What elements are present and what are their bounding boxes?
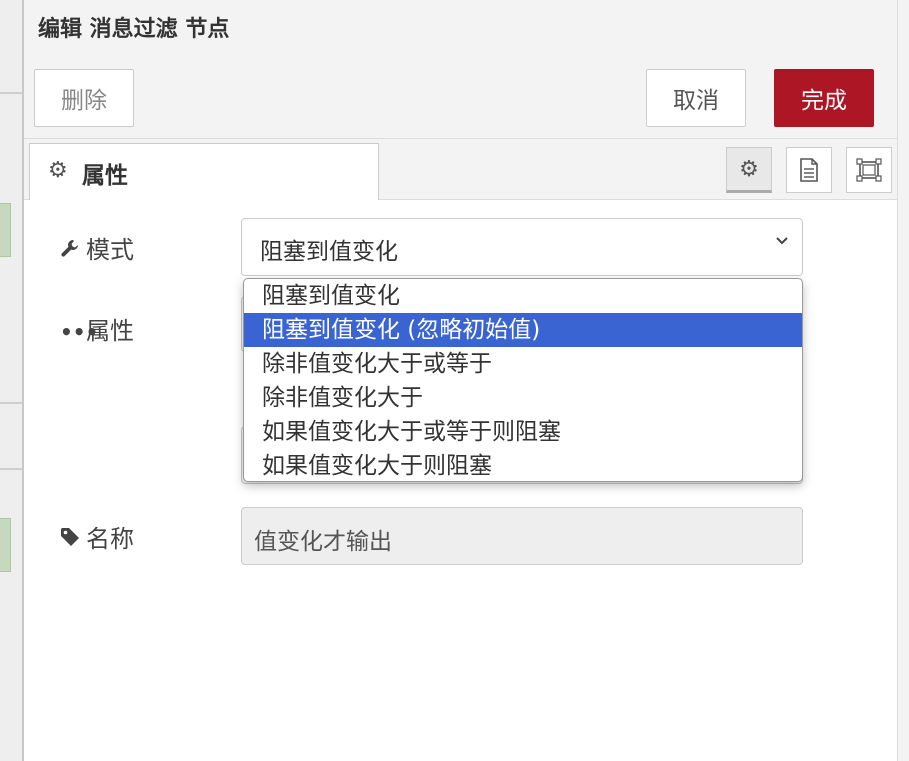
- name-input-value: 值变化才输出: [254, 529, 392, 555]
- mode-option[interactable]: 如果值变化大于或等于则阻塞: [244, 415, 802, 449]
- done-button[interactable]: 完成: [774, 69, 874, 127]
- workspace-node[interactable]: [0, 518, 11, 572]
- property-label: •••属性: [60, 311, 134, 346]
- node-properties-button[interactable]: ⚙: [726, 147, 772, 193]
- tab-bar: ⚙ 属性 ⚙: [24, 139, 897, 200]
- workspace-node[interactable]: [0, 203, 11, 257]
- mode-label-text: 模式: [86, 236, 134, 264]
- workspace-wire: [0, 468, 22, 470]
- node-description-button[interactable]: [786, 147, 832, 193]
- document-icon: [800, 158, 818, 182]
- delete-button[interactable]: 删除: [34, 69, 134, 127]
- mode-select[interactable]: 阻塞到值变化: [241, 218, 803, 276]
- mode-select-value: 阻塞到值变化: [260, 239, 398, 265]
- ellipsis-icon: •••: [60, 320, 99, 344]
- tag-icon: [60, 527, 86, 552]
- mode-dropdown-list: 阻塞到值变化 阻塞到值变化 (忽略初始值) 除非值变化大于或等于 除非值变化大于…: [243, 278, 803, 482]
- mode-option-highlighted[interactable]: 阻塞到值变化 (忽略初始值): [244, 313, 802, 347]
- scrollbar-track[interactable]: [897, 0, 909, 761]
- frame-icon: [856, 158, 882, 182]
- mode-option[interactable]: 阻塞到值变化: [244, 279, 802, 313]
- tray-title: 编辑 消息过滤 节点: [38, 17, 230, 42]
- mode-option[interactable]: 除非值变化大于或等于: [244, 347, 802, 381]
- tray-toolbar: 删除 取消 完成: [24, 52, 897, 139]
- wrench-icon: [60, 238, 86, 263]
- node-appearance-button[interactable]: [846, 147, 892, 193]
- name-label: 名称: [60, 519, 134, 554]
- tab-properties[interactable]: ⚙ 属性: [29, 143, 379, 200]
- mode-label: 模式: [60, 230, 134, 265]
- workspace-wire: [0, 402, 22, 404]
- mode-option[interactable]: 如果值变化大于则阻塞: [244, 449, 802, 481]
- workspace-backdrop: [0, 0, 24, 761]
- gear-icon: ⚙: [739, 156, 759, 182]
- property-label-text: 属性: [86, 317, 134, 345]
- name-label-text: 名称: [86, 525, 134, 553]
- mode-option[interactable]: 除非值变化大于: [244, 381, 802, 415]
- name-input[interactable]: 值变化才输出: [241, 507, 803, 565]
- tray-header: 编辑 消息过滤 节点: [24, 0, 897, 52]
- edit-tray: 编辑 消息过滤 节点 删除 取消 完成 ⚙ 属性 ⚙ 模式 阻塞到值变化 •••…: [24, 0, 897, 761]
- workspace-wire: [0, 92, 22, 94]
- gear-icon: ⚙: [48, 158, 68, 183]
- cancel-button[interactable]: 取消: [646, 69, 746, 127]
- chevron-down-icon: [774, 232, 790, 253]
- tab-properties-label: 属性: [82, 163, 128, 189]
